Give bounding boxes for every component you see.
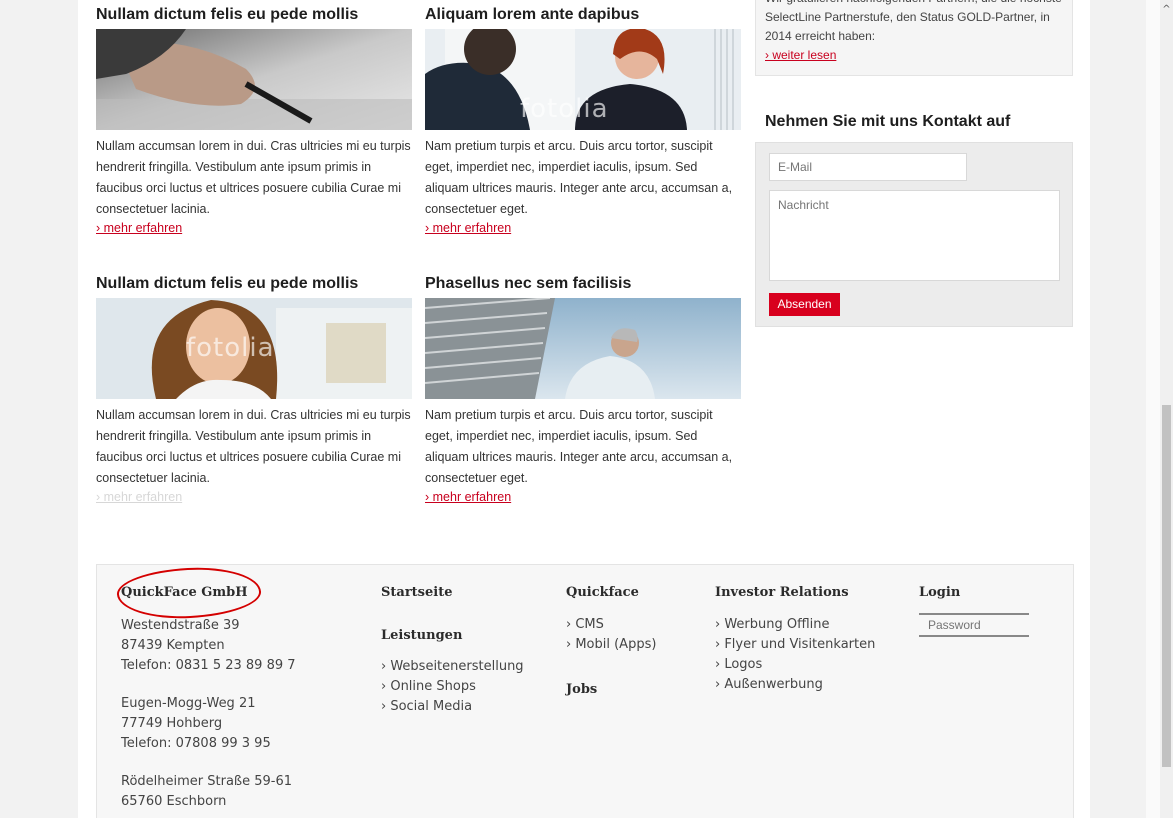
article-card: Nullam dictum felis eu pede mollis Nulla… <box>96 5 412 237</box>
address-city: 77749 Hohberg <box>121 716 223 731</box>
address-phone: Telefon: 0831 5 23 89 89 7 <box>121 658 296 673</box>
footer-link-quickface[interactable]: Quickface <box>566 585 639 600</box>
scroll-up-icon[interactable]: ^ <box>1160 4 1173 16</box>
article-card: Aliquam lorem ante dapibus fotolia Nam p… <box>425 5 741 237</box>
address-city: 65760 Eschborn <box>121 794 227 809</box>
company-name: QuickFace GmbH <box>121 585 248 600</box>
address-hohberg: Eugen-Mogg-Weg 21 77749 Hohberg Telefon:… <box>121 694 271 754</box>
address-city: 87439 Kempten <box>121 638 225 653</box>
article-card: Nullam dictum felis eu pede mollis fotol… <box>96 274 412 506</box>
image-watermark: fotolia <box>186 333 275 363</box>
partner-text-cut: Wir gratulieren nachfolgenden Partnern, … <box>765 0 1065 8</box>
address-eschborn: Rödelheimer Straße 59-61 65760 Eschborn <box>121 772 292 812</box>
partner-text: SelectLine Partnerstufe, den Status GOLD… <box>765 10 1050 43</box>
article-title: Nullam dictum felis eu pede mollis <box>96 6 359 23</box>
footer-link-online-shops[interactable]: › Online Shops <box>381 677 581 697</box>
address-street: Eugen-Mogg-Weg 21 <box>121 696 256 711</box>
article-image-man-building <box>425 298 741 399</box>
password-field[interactable] <box>919 613 1029 637</box>
article-image-meeting: fotolia <box>425 29 741 130</box>
article-text: Nullam accumsan lorem in dui. Cras ultri… <box>96 139 411 216</box>
footer-link-mobil-apps[interactable]: › Mobil (Apps) <box>566 635 706 655</box>
right-gutter <box>1146 0 1160 818</box>
article-card: Phasellus nec sem facilisis Nam pretium … <box>425 274 741 506</box>
article-image-smiling-woman: fotolia <box>96 298 412 399</box>
footer-link-cms[interactable]: › CMS <box>566 615 706 635</box>
email-field[interactable] <box>769 153 967 181</box>
address-street: Westendstraße 39 <box>121 618 240 633</box>
read-more-link[interactable]: › mehr erfahren <box>425 489 741 506</box>
article-text: Nullam accumsan lorem in dui. Cras ultri… <box>96 408 411 485</box>
article-title: Aliquam lorem ante dapibus <box>425 6 640 23</box>
partner-read-more-link[interactable]: › weiter lesen <box>765 48 836 62</box>
article-text: Nam pretium turpis et arcu. Duis arcu to… <box>425 139 733 216</box>
footer-link-startseite[interactable]: Startseite <box>381 585 452 600</box>
article-title: Nullam dictum felis eu pede mollis <box>96 275 359 292</box>
footer-link-flyer[interactable]: › Flyer und Visitenkarten <box>715 635 905 655</box>
address-phone: Telefon: 07808 99 3 95 <box>121 736 271 751</box>
footer-link-logos[interactable]: › Logos <box>715 655 905 675</box>
footer-link-aussenwerbung[interactable]: › Außenwerbung <box>715 675 905 695</box>
footer-link-investor-relations[interactable]: Investor Relations <box>715 585 849 600</box>
partner-news-box: Wir gratulieren nachfolgenden Partnern, … <box>755 0 1073 76</box>
article-image-pen-hand <box>96 29 412 130</box>
footer-link-leistungen[interactable]: Leistungen <box>381 628 462 643</box>
contact-title: Nehmen Sie mit uns Kontakt auf <box>765 113 1011 130</box>
send-button[interactable]: Absenden <box>769 293 840 316</box>
footer-link-social-media[interactable]: › Social Media <box>381 697 581 717</box>
read-more-link[interactable]: › mehr erfahren <box>425 220 741 237</box>
read-more-link[interactable]: › mehr erfahren <box>96 220 412 237</box>
window-scrollbar[interactable]: ^ <box>1160 0 1173 818</box>
footer-link-werbung-offline[interactable]: › Werbung Offline <box>715 615 905 635</box>
footer-link-jobs[interactable]: Jobs <box>566 682 597 697</box>
read-more-link[interactable]: › mehr erfahren <box>96 489 412 506</box>
footer-link-webseitenerstellung[interactable]: › Webseitenerstellung <box>381 657 581 677</box>
message-field[interactable] <box>769 190 1060 281</box>
contact-form: Absenden <box>755 142 1073 327</box>
scroll-thumb[interactable] <box>1162 405 1171 767</box>
footer: QuickFace GmbH Westendstraße 39 87439 Ke… <box>96 564 1074 818</box>
article-text: Nam pretium turpis et arcu. Duis arcu to… <box>425 408 733 485</box>
article-title: Phasellus nec sem facilisis <box>425 275 632 292</box>
address-street: Rödelheimer Straße 59-61 <box>121 774 293 789</box>
address-kempten: Westendstraße 39 87439 Kempten Telefon: … <box>121 616 296 676</box>
login-title: Login <box>919 585 961 600</box>
image-watermark: fotolia <box>520 94 609 124</box>
